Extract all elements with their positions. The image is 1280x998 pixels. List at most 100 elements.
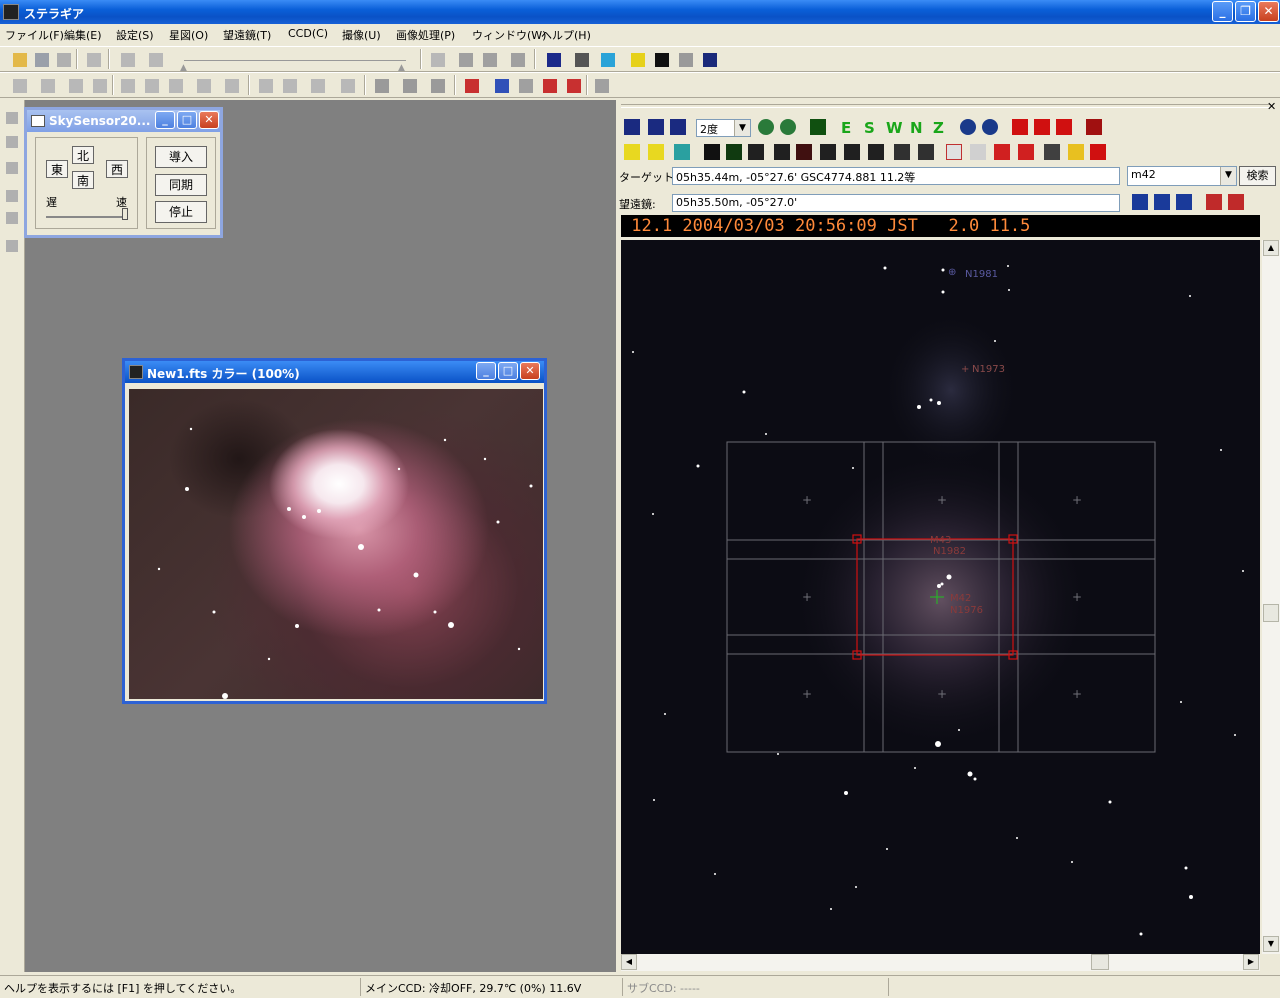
ccd-button[interactable]: [598, 50, 616, 68]
skysensor-titlebar[interactable]: SkySensor20... _ □ ✕: [27, 110, 220, 132]
document-red-icon[interactable]: [1089, 143, 1107, 161]
capture-button[interactable]: [628, 50, 646, 68]
fits-titlebar[interactable]: New1.fts カラー (100%) _ □ ✕: [125, 361, 544, 383]
menu-telescope[interactable]: 望遠鏡(T): [223, 27, 271, 43]
search-combobox[interactable]: m42 ▼: [1127, 166, 1237, 186]
stop-button[interactable]: 停止: [155, 201, 207, 223]
compass-s-button[interactable]: S: [864, 119, 875, 137]
fov-select[interactable]: 2度 ▼: [696, 119, 751, 137]
rotate-r-icon[interactable]: [959, 118, 977, 136]
minimize-button[interactable]: _: [1212, 1, 1233, 22]
focus-button[interactable]: [652, 50, 670, 68]
profile-icon[interactable]: [4, 238, 20, 254]
close-button[interactable]: ✕: [1258, 1, 1279, 22]
select-arrow-icon[interactable]: [4, 110, 20, 126]
rotate-button[interactable]: [118, 76, 136, 94]
print-icon[interactable]: [1085, 118, 1103, 136]
compass-n-button[interactable]: N: [910, 119, 923, 137]
menu-window[interactable]: ウィンドウ(W): [472, 27, 546, 43]
star-button[interactable]: [256, 76, 274, 94]
menu-starchart[interactable]: 星図(O): [169, 27, 208, 43]
star-labels-icon[interactable]: [647, 143, 665, 161]
layers-button[interactable]: [10, 76, 28, 94]
copy-button[interactable]: [428, 50, 446, 68]
lines-button[interactable]: [480, 50, 498, 68]
fits-close-button[interactable]: ✕: [520, 362, 540, 380]
horizon-icon[interactable]: [673, 143, 691, 161]
binoculars-icon[interactable]: [1043, 143, 1061, 161]
flip-vertical-button[interactable]: [90, 76, 108, 94]
layout-1-icon[interactable]: [1131, 193, 1149, 211]
menu-image-processing[interactable]: 画像処理(P): [396, 27, 455, 43]
sky-chart-view[interactable]: + + + + + + + + ⊕ N1981 + N1973 M43 N198…: [621, 240, 1260, 954]
zoom-icon[interactable]: [4, 134, 20, 150]
pencil-button[interactable]: [508, 50, 526, 68]
scroll-down-icon[interactable]: ▼: [1263, 936, 1279, 952]
paint-button[interactable]: [492, 76, 510, 94]
constellation-lines-icon[interactable]: [623, 143, 641, 161]
open-button[interactable]: [10, 50, 28, 68]
camera-icon[interactable]: [945, 143, 963, 161]
scroll-right-icon[interactable]: ▶: [1243, 954, 1259, 970]
rotate-right-button[interactable]: [166, 76, 184, 94]
list-button[interactable]: [700, 50, 718, 68]
north-button[interactable]: 北: [72, 146, 94, 164]
grid-2-icon[interactable]: [917, 143, 935, 161]
tool-1-icon[interactable]: [1205, 193, 1223, 211]
menu-capture[interactable]: 撮像(U): [342, 27, 381, 43]
save-button[interactable]: [32, 50, 50, 68]
filter-7-icon[interactable]: [843, 143, 861, 161]
app-icon[interactable]: [3, 4, 19, 20]
menu-ccd[interactable]: CCD(C): [288, 27, 328, 40]
starchart-button[interactable]: [544, 50, 562, 68]
levels-button[interactable]: [146, 50, 164, 68]
goto-button[interactable]: 導入: [155, 146, 207, 168]
align-button[interactable]: [194, 76, 212, 94]
target-button[interactable]: [280, 76, 298, 94]
window-2-button[interactable]: [400, 76, 418, 94]
filter-6-icon[interactable]: [819, 143, 837, 161]
zoom-out-icon[interactable]: [779, 118, 797, 136]
ruler-icon[interactable]: [4, 210, 20, 226]
info-button[interactable]: [222, 76, 240, 94]
curve-button[interactable]: [540, 76, 558, 94]
chart-view-1-button[interactable]: [623, 118, 641, 136]
brush-button[interactable]: [516, 76, 534, 94]
speed-slider-thumb[interactable]: [122, 208, 128, 220]
badge-button[interactable]: [564, 76, 582, 94]
milky-way-icon[interactable]: [1067, 143, 1085, 161]
stack-button[interactable]: [338, 76, 356, 94]
sky-horizontal-scrollbar[interactable]: ◀ ▶: [621, 954, 1260, 971]
histogram-button[interactable]: [118, 50, 136, 68]
menu-file[interactable]: ファイル(F): [5, 27, 64, 43]
grid-button[interactable]: [38, 76, 56, 94]
page-1-icon[interactable]: [1011, 118, 1029, 136]
restore-button[interactable]: ❐: [1235, 1, 1256, 22]
chart-view-2-button[interactable]: [647, 118, 665, 136]
chevron-down-icon[interactable]: ▼: [734, 120, 750, 136]
south-button[interactable]: 南: [72, 171, 94, 189]
sync-button[interactable]: 同期: [155, 174, 207, 196]
window-3-button[interactable]: [428, 76, 446, 94]
mosaic-grid-icon[interactable]: [993, 143, 1011, 161]
search-input[interactable]: m42: [1131, 168, 1156, 181]
sky-vertical-scrollbar[interactable]: ▲ ▼: [1262, 240, 1280, 954]
telescope-button[interactable]: [572, 50, 590, 68]
filter-3-icon[interactable]: [747, 143, 765, 161]
page-3-icon[interactable]: [1055, 118, 1073, 136]
grid-1-icon[interactable]: [893, 143, 911, 161]
center-view-button[interactable]: [809, 118, 827, 136]
compass-e-button[interactable]: E: [841, 119, 851, 137]
skysensor-minimize-button[interactable]: _: [155, 111, 175, 129]
chevron-down-icon[interactable]: ▼: [1220, 167, 1236, 185]
rotate-l-icon[interactable]: [981, 118, 999, 136]
east-button[interactable]: 東: [46, 160, 68, 178]
menu-edit[interactable]: 編集(E): [64, 27, 102, 43]
filter-8-icon[interactable]: [867, 143, 885, 161]
vscroll-thumb[interactable]: [1263, 604, 1279, 622]
menu-settings[interactable]: 設定(S): [116, 27, 154, 43]
skysensor-close-button[interactable]: ✕: [199, 111, 219, 129]
filter-2-icon[interactable]: [725, 143, 743, 161]
skysensor-maximize-button[interactable]: □: [177, 111, 197, 129]
fits-maximize-button[interactable]: □: [498, 362, 518, 380]
